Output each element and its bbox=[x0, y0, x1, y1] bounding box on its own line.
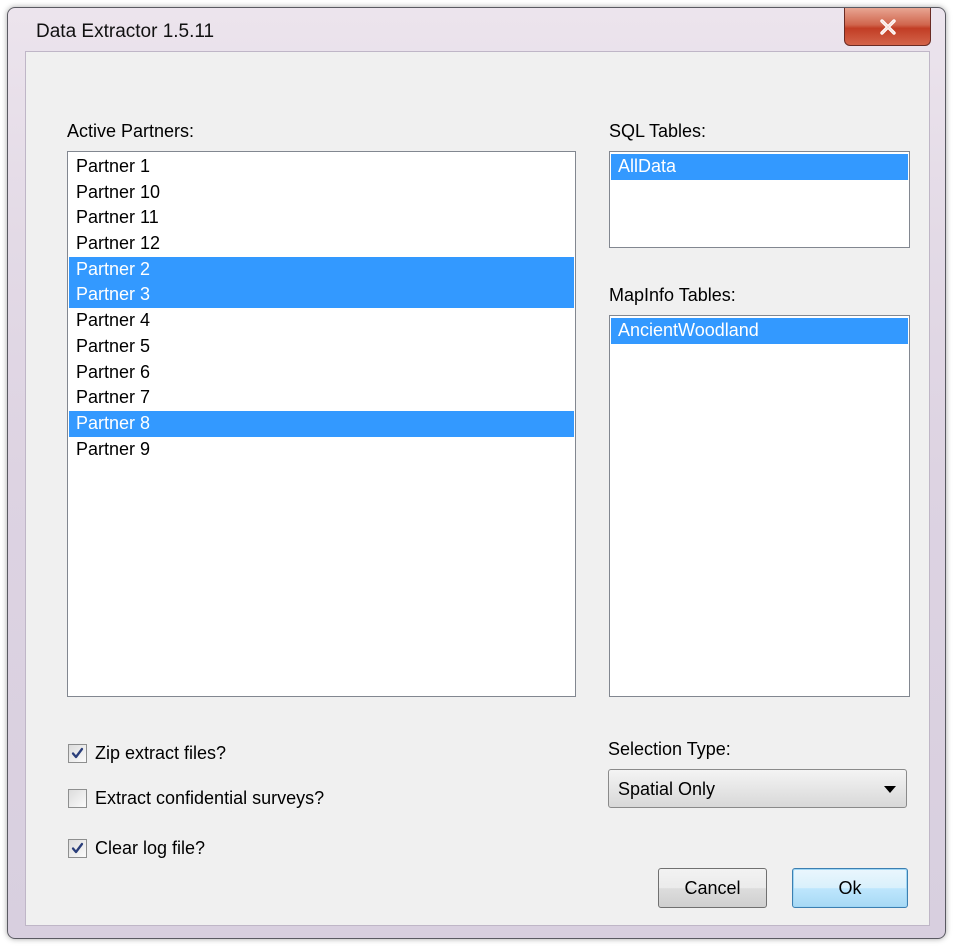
mapinfo-tables-listbox[interactable]: AncientWoodland bbox=[609, 315, 910, 697]
partner-list-item[interactable]: Partner 8 bbox=[69, 410, 574, 437]
partner-list-item[interactable]: Partner 2 bbox=[69, 256, 574, 283]
extract-confidential-checkbox-box[interactable] bbox=[68, 789, 87, 808]
close-icon bbox=[879, 18, 896, 35]
checkmark-icon bbox=[71, 747, 84, 759]
selection-type-dropdown[interactable]: Spatial Only bbox=[608, 769, 907, 808]
partner-list-item[interactable]: Partner 9 bbox=[69, 437, 574, 463]
partner-list-item[interactable]: Partner 4 bbox=[69, 308, 574, 334]
close-button[interactable] bbox=[844, 8, 931, 46]
extract-confidential-label: Extract confidential surveys? bbox=[95, 788, 325, 808]
selection-type-value: Spatial Only bbox=[618, 779, 716, 799]
partner-list-item[interactable]: Partner 3 bbox=[69, 282, 574, 309]
partner-list-item[interactable]: Partner 6 bbox=[69, 360, 574, 386]
dialog-client-area: Active Partners: Partner 1 Partner 10 Part… bbox=[25, 51, 930, 926]
extract-confidential-checkbox[interactable]: Extract confidential surveys? bbox=[68, 788, 324, 809]
partner-list-item[interactable]: Partner 1 bbox=[69, 154, 574, 180]
partner-list-item[interactable]: Partner 10 bbox=[69, 180, 574, 206]
partner-list-item[interactable]: Partner 12 bbox=[69, 231, 574, 257]
clear-log-label: Clear log file? bbox=[95, 838, 206, 858]
sql-tables-listbox[interactable]: AllData bbox=[609, 151, 910, 248]
dropdown-arrow-icon bbox=[884, 786, 896, 793]
zip-extract-checkbox-box[interactable] bbox=[68, 744, 87, 763]
ok-button[interactable]: Ok bbox=[792, 868, 908, 908]
zip-extract-checkbox[interactable]: Zip extract files? bbox=[68, 743, 226, 764]
active-partners-listbox[interactable]: Partner 1 Partner 10 Partner 11 Partner 12 P… bbox=[67, 151, 576, 697]
cancel-button[interactable]: Cancel bbox=[658, 868, 767, 908]
clear-log-checkbox-box[interactable] bbox=[68, 839, 87, 858]
title-bar[interactable]: Data Extractor 1.5.11 bbox=[8, 8, 945, 50]
zip-extract-label: Zip extract files? bbox=[95, 743, 227, 763]
active-partners-label: Active Partners: bbox=[67, 121, 195, 141]
dialog-window: Data Extractor 1.5.11 Active Partners: P… bbox=[7, 7, 946, 939]
clear-log-checkbox[interactable]: Clear log file? bbox=[68, 838, 205, 859]
sql-tables-label: SQL Tables: bbox=[609, 121, 707, 141]
sql-table-list-item[interactable]: AllData bbox=[611, 154, 908, 180]
partner-list-item[interactable]: Partner 7 bbox=[69, 385, 574, 411]
partner-list-item[interactable]: Partner 11 bbox=[69, 205, 574, 231]
checkmark-icon bbox=[71, 842, 84, 854]
partner-list-item[interactable]: Partner 5 bbox=[69, 334, 574, 360]
window-title: Data Extractor 1.5.11 bbox=[36, 21, 215, 42]
mapinfo-table-list-item[interactable]: AncientWoodland bbox=[611, 318, 908, 344]
mapinfo-tables-label: MapInfo Tables: bbox=[609, 285, 736, 305]
selection-type-label: Selection Type: bbox=[608, 739, 731, 759]
